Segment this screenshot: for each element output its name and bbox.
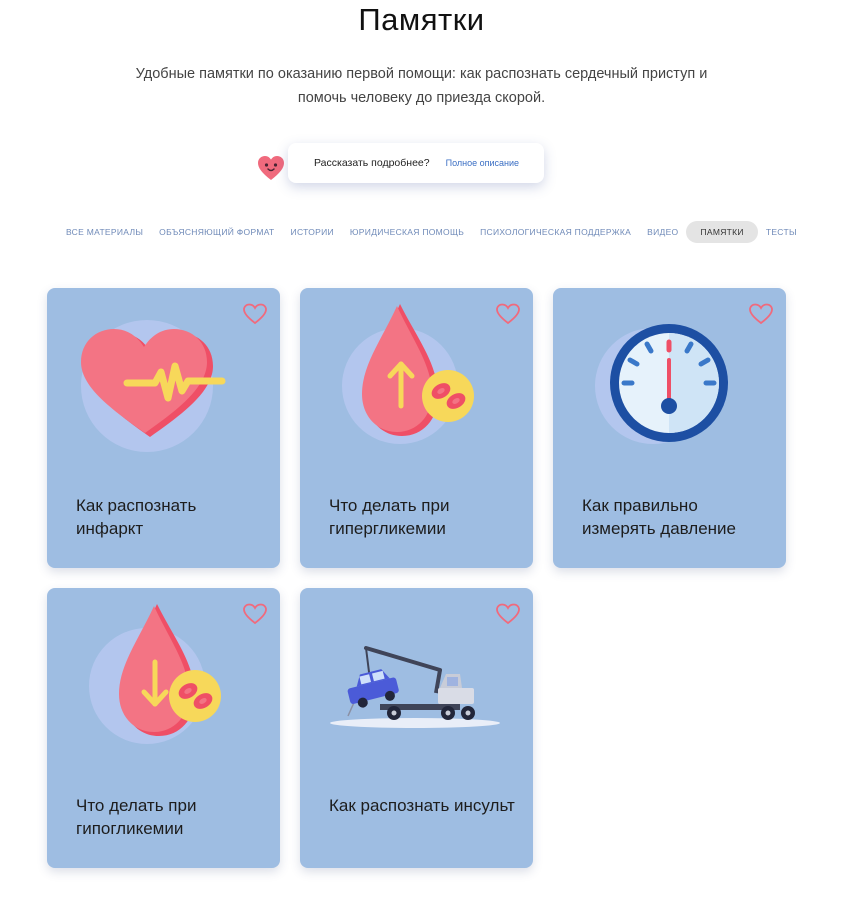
favorite-heart-icon[interactable]	[495, 602, 521, 626]
favorite-heart-icon[interactable]	[242, 602, 268, 626]
page-subtitle: Удобные памятки по оказанию первой помощ…	[135, 66, 708, 106]
memo-card-blood-pressure[interactable]: Как правильно измерять давление	[553, 288, 786, 568]
favorite-heart-icon[interactable]	[242, 302, 268, 326]
card-title: Как распознать инфаркт	[76, 496, 197, 538]
card-title: Как распознать инсульт	[329, 796, 515, 815]
info-pill: Рассказать подробнее? Полное описание	[288, 143, 544, 183]
filter-memos[interactable]: ПАМЯТКИ	[686, 221, 758, 243]
memo-card-hyperglycemia[interactable]: Что делать при гипергликемии	[300, 288, 533, 568]
filter-tabs: ВСЕ МАТЕРИАЛЫ ОБЪЯСНЯЮЩИЙ ФОРМАТ ИСТОРИИ…	[58, 221, 805, 243]
card-title: Что делать при гипогликемии	[76, 796, 197, 838]
page-title: Памятки	[358, 2, 485, 37]
filter-explainer-format[interactable]: ОБЪЯСНЯЮЩИЙ ФОРМАТ	[151, 221, 282, 243]
filter-video[interactable]: ВИДЕО	[639, 221, 686, 243]
filter-tests[interactable]: ТЕСТЫ	[758, 221, 805, 243]
memo-card-stroke[interactable]: Как распознать инсульт	[300, 588, 533, 868]
filter-legal-help[interactable]: ЮРИДИЧЕСКАЯ ПОМОЩЬ	[342, 221, 472, 243]
heart-face-icon	[258, 156, 284, 180]
favorite-heart-icon[interactable]	[748, 302, 774, 326]
filter-psychological-support[interactable]: ПСИХОЛОГИЧЕСКАЯ ПОДДЕРЖКА	[472, 221, 639, 243]
memo-card-hypoglycemia[interactable]: Что делать при гипогликемии	[47, 588, 280, 868]
full-description-link[interactable]: Полное описание	[446, 158, 519, 168]
card-title: Что делать при гипергликемии	[329, 496, 450, 538]
card-title: Как правильно измерять давление	[582, 496, 736, 538]
info-question: Рассказать подробнее?	[314, 157, 430, 169]
filter-all-materials[interactable]: ВСЕ МАТЕРИАЛЫ	[58, 221, 151, 243]
filter-stories[interactable]: ИСТОРИИ	[283, 221, 342, 243]
favorite-heart-icon[interactable]	[495, 302, 521, 326]
info-banner: Рассказать подробнее? Полное описание	[256, 142, 544, 184]
memo-card-heart-attack[interactable]: Как распознать инфаркт	[47, 288, 280, 568]
